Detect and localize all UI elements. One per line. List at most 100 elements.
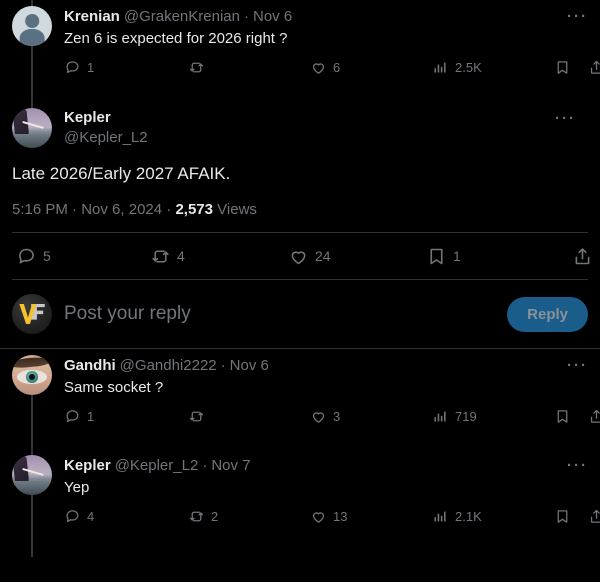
reply-composer: Reply [0, 280, 600, 348]
more-options-button[interactable]: ··· [567, 358, 588, 373]
avatar-gandhi[interactable] [12, 355, 52, 395]
separator-dot: · [243, 8, 249, 25]
reply-input[interactable] [64, 302, 508, 326]
reply-submit-button[interactable]: Reply [507, 296, 588, 332]
avatar-kepler-reply[interactable] [12, 455, 52, 495]
bookmark-button[interactable] [554, 508, 577, 525]
heart-icon [291, 250, 306, 264]
tweet-krenian[interactable]: Krenian @GrakenKrenian · Nov 6 ··· Zen 6… [0, 0, 600, 108]
tweet-gutter [12, 0, 60, 108]
avatar-kepler-main[interactable] [12, 108, 52, 148]
tweet-header: Gandhi @Gandhi2222 · Nov 6 ··· [64, 355, 588, 377]
tweet-body: Gandhi @Gandhi2222 · Nov 6 ··· Same sock… [60, 355, 600, 449]
action-bar: 1 3 719 [64, 400, 600, 432]
separator-dot: · [220, 357, 226, 374]
retweet-button[interactable]: 4 [150, 246, 185, 267]
bookmark-button[interactable] [554, 59, 577, 76]
retweet-icon [189, 62, 204, 72]
retweet-count: 4 [177, 248, 185, 264]
bookmark-icon [557, 509, 568, 523]
like-button[interactable]: 24 [288, 246, 331, 267]
v-logo-avatar-icon [12, 294, 52, 334]
tweet-header: Krenian @GrakenKrenian · Nov 6 ··· [64, 6, 588, 28]
share-icon [590, 509, 600, 523]
user-handle[interactable]: @Kepler_L2 [115, 456, 199, 476]
retweet-icon [189, 511, 204, 521]
retweet-count: 2 [211, 508, 219, 524]
heart-icon [312, 62, 325, 74]
display-name[interactable]: Kepler [64, 108, 148, 128]
tweet-kepler-reply[interactable]: Kepler @Kepler_L2 · Nov 7 ··· Yep 4 2 13 [0, 449, 600, 557]
eye-avatar-icon [12, 355, 52, 395]
avatar-krenian[interactable] [12, 6, 52, 46]
thread-line-below [31, 395, 33, 457]
tweet-text: Same socket ? [64, 379, 164, 396]
bookmark-icon [557, 60, 568, 74]
reply-button[interactable]: 1 [64, 408, 94, 425]
like-button[interactable]: 13 [310, 508, 347, 525]
like-button[interactable]: 3 [310, 408, 340, 425]
views-button[interactable]: 2.5K [432, 59, 482, 76]
bookmark-button[interactable] [554, 408, 577, 425]
reply-button[interactable]: 1 [64, 59, 94, 76]
analytics-icon [434, 411, 446, 421]
reply-icon [19, 248, 34, 263]
like-count: 3 [333, 408, 341, 424]
share-button[interactable] [572, 246, 593, 267]
display-name[interactable]: Kepler [64, 456, 111, 476]
reply-count: 4 [87, 508, 95, 524]
share-button[interactable] [588, 408, 600, 425]
retweet-button[interactable]: 2 [188, 508, 218, 525]
more-options-button[interactable]: ··· [567, 9, 588, 24]
post-time: 5:16 PM [12, 201, 68, 218]
avatar-current-user[interactable] [12, 294, 52, 334]
like-count: 13 [333, 508, 348, 524]
user-handle[interactable]: @Gandhi2222 [120, 356, 217, 376]
focused-name-block: Kepler @Kepler_L2 [64, 108, 148, 148]
tweet-gandhi[interactable]: Gandhi @Gandhi2222 · Nov 6 ··· Same sock… [0, 349, 600, 457]
retweet-button[interactable] [188, 59, 211, 76]
share-button[interactable] [588, 59, 600, 76]
bookmark-button[interactable]: 1 [426, 246, 461, 267]
reply-count: 1 [87, 408, 95, 424]
share-icon [575, 247, 590, 264]
more-options-button[interactable]: ··· [555, 111, 576, 126]
focused-tweet-text: Late 2026/Early 2027 AFAIK. [12, 164, 231, 183]
thread-line-below [31, 495, 33, 557]
views-button[interactable]: 719 [432, 408, 477, 425]
retweet-icon [189, 411, 204, 421]
bookmark-count: 1 [453, 248, 461, 264]
user-handle[interactable]: @GrakenKrenian [124, 7, 240, 27]
share-icon [590, 60, 600, 74]
tweet-text: Yep [64, 479, 90, 496]
views-button[interactable]: 2.1K [432, 508, 482, 525]
views-count: 719 [455, 408, 477, 424]
bookmark-icon [430, 248, 443, 264]
reply-button[interactable]: 4 [64, 508, 94, 525]
reply-button[interactable]: 5 [16, 246, 51, 267]
bookmark-icon [557, 409, 568, 423]
user-handle[interactable]: @Kepler_L2 [64, 128, 148, 148]
timestamp[interactable]: Nov 6 [253, 7, 292, 27]
more-options-button[interactable]: ··· [567, 458, 588, 473]
reply-icon [66, 509, 79, 522]
retweet-button[interactable] [188, 408, 211, 425]
timestamp[interactable]: Nov 6 [230, 356, 269, 376]
thread-line-below [31, 46, 33, 108]
views-count: 2.5K [455, 59, 482, 75]
display-name[interactable]: Krenian [64, 7, 120, 27]
reply-icon [66, 60, 79, 73]
meta-dot-2: · [166, 201, 172, 218]
focused-tweet-header: Kepler @Kepler_L2 ··· [12, 108, 588, 148]
display-name[interactable]: Gandhi [64, 356, 116, 376]
timestamp[interactable]: Nov 7 [211, 456, 250, 476]
analytics-icon [434, 62, 446, 72]
views-value: 2,573 [175, 201, 213, 218]
share-button[interactable] [588, 508, 600, 525]
views-count: 2.1K [455, 508, 482, 524]
focused-action-bar: 5 4 24 1 [12, 233, 590, 279]
tweet-header: Kepler @Kepler_L2 · Nov 7 ··· [64, 455, 588, 477]
like-button[interactable]: 6 [310, 59, 340, 76]
separator-dot: · [202, 457, 208, 474]
tweet-metadata: 5:16 PM · Nov 6, 2024 · 2,573 Views [12, 200, 588, 220]
